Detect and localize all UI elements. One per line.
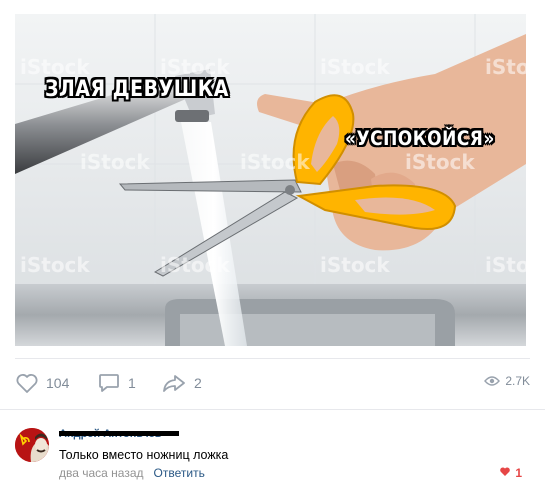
comment-meta: два часа назад Ответить [59, 466, 205, 480]
share-button[interactable]: 2 [161, 372, 202, 394]
comment-icon [97, 372, 121, 394]
comment-count: 1 [128, 375, 136, 391]
post-image[interactable]: iStock iStock iStock iSto iStock iStock … [15, 14, 526, 346]
heart-icon [15, 372, 39, 394]
divider [15, 358, 530, 359]
svg-text:iStock: iStock [405, 150, 475, 174]
comment-text: Только вместо ножниц ложка [59, 448, 229, 462]
comment-button[interactable]: 1 [97, 372, 136, 394]
meme-caption-right: «УСПОКОЙСЯ» [345, 127, 495, 151]
meme-caption-left: ЗЛАЯ ДЕВУШКА [45, 76, 229, 102]
views-count: 2.7K [505, 374, 530, 388]
comment-time: два часа назад [59, 466, 144, 480]
divider [0, 409, 545, 410]
share-count: 2 [194, 375, 202, 391]
svg-text:iSto: iSto [485, 253, 526, 277]
heart-filled-icon [499, 466, 511, 480]
svg-text:iStock: iStock [320, 253, 390, 277]
avatar[interactable] [15, 428, 49, 462]
comment-item: Андрей Антоньчев Только вместо ножниц ло… [15, 428, 530, 488]
share-icon [161, 372, 187, 394]
svg-text:iStock: iStock [20, 253, 90, 277]
svg-text:iStock: iStock [160, 253, 230, 277]
views-counter: 2.7K [484, 374, 530, 388]
svg-text:iStock: iStock [320, 55, 390, 79]
comment-like-count: 1 [515, 466, 522, 480]
comment-like-button[interactable]: 1 [499, 466, 522, 480]
like-button[interactable]: 104 [15, 372, 69, 394]
eye-icon [484, 375, 501, 387]
reply-button[interactable]: Ответить [154, 466, 205, 480]
svg-text:iStock: iStock [240, 150, 310, 174]
svg-text:iSto: iSto [485, 55, 526, 79]
author-redaction [59, 431, 179, 436]
svg-text:iStock: iStock [80, 150, 150, 174]
post-actions: 104 1 2 2.7K [15, 372, 530, 396]
meme-photo: iStock iStock iStock iSto iStock iStock … [15, 14, 526, 346]
like-count: 104 [46, 375, 70, 391]
